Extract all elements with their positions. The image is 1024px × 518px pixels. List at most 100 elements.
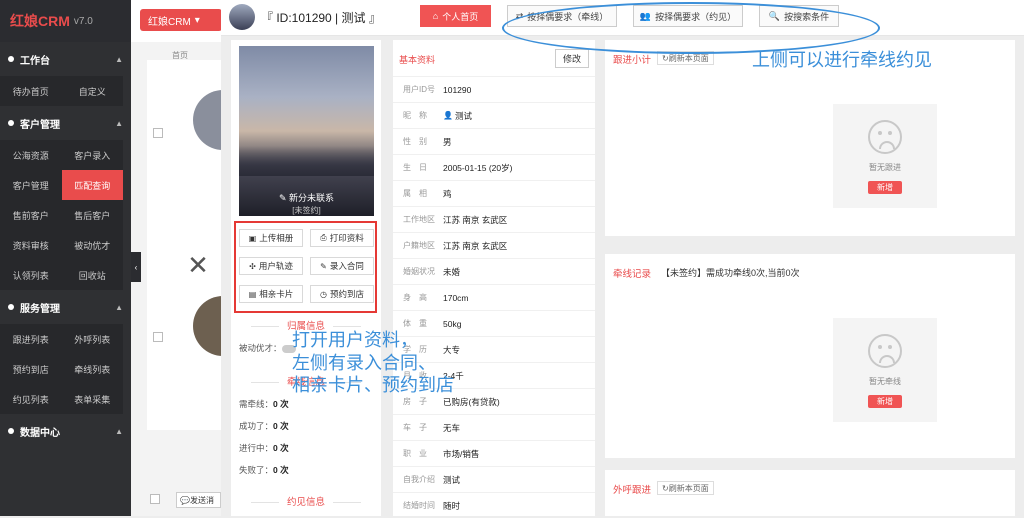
menu-item[interactable]: 客户录入	[62, 140, 124, 170]
info-value: 测试	[443, 474, 461, 485]
menu-item-active[interactable]: 匹配查询	[61, 170, 123, 200]
outcall-panel: 外呼跟进 ↻ 刷新本页面	[605, 470, 1015, 516]
info-row: 工作地区 江苏 南京 玄武区	[393, 206, 595, 232]
meet-info-title: 约见信息	[231, 494, 381, 508]
info-value: 无车	[443, 422, 461, 433]
row-checkbox[interactable]	[153, 128, 163, 138]
info-row: 自我介绍 测试	[393, 466, 595, 492]
crm-switch-button[interactable]: 红娘CRM ▾	[140, 9, 222, 31]
empty-text: 暂无跟进	[869, 163, 901, 172]
user-track-button[interactable]: ✣ 用户轨迹	[239, 257, 303, 275]
personal-home-button[interactable]: ⌂ 个人首页	[420, 5, 491, 27]
info-value: 50kg	[443, 318, 462, 329]
chevron-left-icon: ‹	[134, 262, 138, 272]
followup-title: 跟进小计	[613, 55, 652, 66]
section-customers[interactable]: 客户管理 ▲	[0, 106, 131, 140]
sad-face-icon	[868, 120, 902, 154]
dating-card-button[interactable]: ▤ 相亲卡片	[239, 285, 303, 303]
city-skyline	[239, 146, 374, 176]
menu-item[interactable]: 售后客户	[62, 200, 124, 230]
chevron-up-icon: ▲	[115, 302, 123, 312]
menu-item[interactable]: 公海资源	[0, 140, 62, 170]
avatar	[193, 296, 223, 356]
enter-contract-button[interactable]: ✎ 录入合同	[310, 257, 374, 275]
info-row: 婚姻状况 未婚	[393, 258, 595, 284]
annotation-line: 打开用户资料，	[292, 330, 418, 351]
empty-text: 暂无牵线	[869, 377, 901, 386]
edit-button[interactable]: 修改	[555, 49, 589, 68]
section-data-center[interactable]: 数据中心 ▲	[0, 414, 131, 448]
photo-status: ✎ 新分未联系	[278, 193, 335, 203]
new-match-button[interactable]: 新增	[868, 395, 902, 408]
brand-name: 红娘CRM	[10, 13, 70, 29]
match-record-summary: 【未签约】需成功牵线0次,当前0次	[661, 268, 800, 278]
info-label: 结婚时间	[403, 501, 435, 510]
annotation-line: 左侧有录入合同、	[292, 352, 436, 374]
info-row: 身 高 170cm	[393, 284, 595, 310]
sign-status: [未签约]	[292, 206, 321, 215]
info-value: 江苏 南京 玄武区	[443, 240, 508, 251]
annotation-top: 上侧可以进行牵线约见	[752, 50, 932, 71]
menu-item[interactable]: 自定义	[62, 76, 124, 106]
info-value: 101290	[443, 84, 472, 95]
info-value: 鸡	[443, 188, 452, 199]
info-value: 测试	[454, 110, 472, 121]
close-icon: ✕	[187, 249, 209, 280]
print-profile-button[interactable]: ⎙ 打印资料	[310, 229, 374, 247]
followup-empty-state: 暂无跟进 新增	[833, 104, 937, 208]
menu-item[interactable]: 牵线列表	[62, 354, 124, 384]
avatar	[193, 90, 223, 150]
section-workbench[interactable]: 工作台 ▲	[0, 42, 131, 76]
menu-item[interactable]: 表单采集	[62, 384, 124, 414]
menu-item[interactable]: 约见列表	[0, 384, 62, 414]
menu-item[interactable]: 被动优才	[62, 230, 124, 260]
info-value: 2005-01-15 (20岁)	[443, 162, 513, 173]
menu-item[interactable]: 跟进列表	[0, 324, 62, 354]
info-value: 未婚	[443, 266, 461, 277]
sad-face-icon	[868, 334, 902, 368]
refresh-button[interactable]: ↻ 刷新本页面	[657, 481, 714, 495]
upload-album-button[interactable]: ▣ 上传相册	[239, 229, 303, 247]
profile-photo[interactable]: ✎ 新分未联系 [未签约]	[239, 46, 374, 216]
menu-item[interactable]: 客户管理	[0, 170, 62, 200]
section-service[interactable]: 服务管理 ▲	[0, 290, 131, 324]
outcall-title: 外呼跟进	[613, 485, 652, 496]
menu-item[interactable]: 资料审核	[0, 230, 62, 260]
info-value: 170cm	[443, 292, 469, 303]
basic-info-panel: 基本资料 修改 用户ID号 101290 昵 称 👤 测试性 别男生 日 2005-01-…	[393, 40, 595, 516]
chevron-down-icon: ▾	[194, 14, 200, 26]
info-row: 结婚时间 随时	[393, 492, 595, 518]
info-label: 生 日	[403, 163, 427, 172]
match-record-title: 牵线记录	[613, 269, 652, 280]
home-icon: ⌂	[432, 11, 439, 21]
annotation-line: 相亲卡片、预约到店	[292, 375, 454, 396]
clock-icon: ◷	[320, 289, 327, 299]
menu-item[interactable]: 售前客户	[0, 200, 62, 230]
menu-item[interactable]: 回收站	[62, 260, 124, 290]
chevron-up-icon: ▲	[115, 54, 123, 64]
menu-item[interactable]: 认领列表	[0, 260, 62, 290]
info-label: 自我介绍	[403, 475, 435, 484]
menu-item[interactable]: 预约到店	[0, 354, 62, 384]
info-label: 体 重	[403, 319, 427, 328]
info-value: 随时	[443, 500, 461, 511]
info-label: 性 别	[403, 137, 427, 146]
menu-item[interactable]: 待办首页	[0, 76, 62, 106]
brand-version: v7.0	[73, 15, 93, 27]
match-stat-row: 进行中：0 次	[239, 443, 289, 453]
book-visit-button[interactable]: ◷ 预约到店	[310, 285, 374, 303]
close-modal-button[interactable]: ✕	[176, 236, 220, 294]
send-message-button[interactable]: 💬 发送消	[176, 492, 221, 508]
info-label: 身 高	[403, 293, 427, 302]
workbench-menu: 待办首页 自定义	[0, 76, 123, 106]
refresh-icon: ↻	[662, 53, 669, 63]
card-icon: ▤	[248, 289, 257, 299]
match-stat-row: 成功了：0 次	[239, 421, 289, 431]
collapse-sidebar-button[interactable]: ‹	[131, 252, 141, 282]
new-followup-button[interactable]: 新增	[868, 181, 902, 194]
info-value: 市场/销售	[443, 448, 480, 459]
info-label: 房 子	[403, 397, 427, 406]
menu-item[interactable]: 外呼列表	[62, 324, 124, 354]
select-all-checkbox[interactable]	[150, 494, 160, 504]
row-checkbox[interactable]	[153, 332, 163, 342]
